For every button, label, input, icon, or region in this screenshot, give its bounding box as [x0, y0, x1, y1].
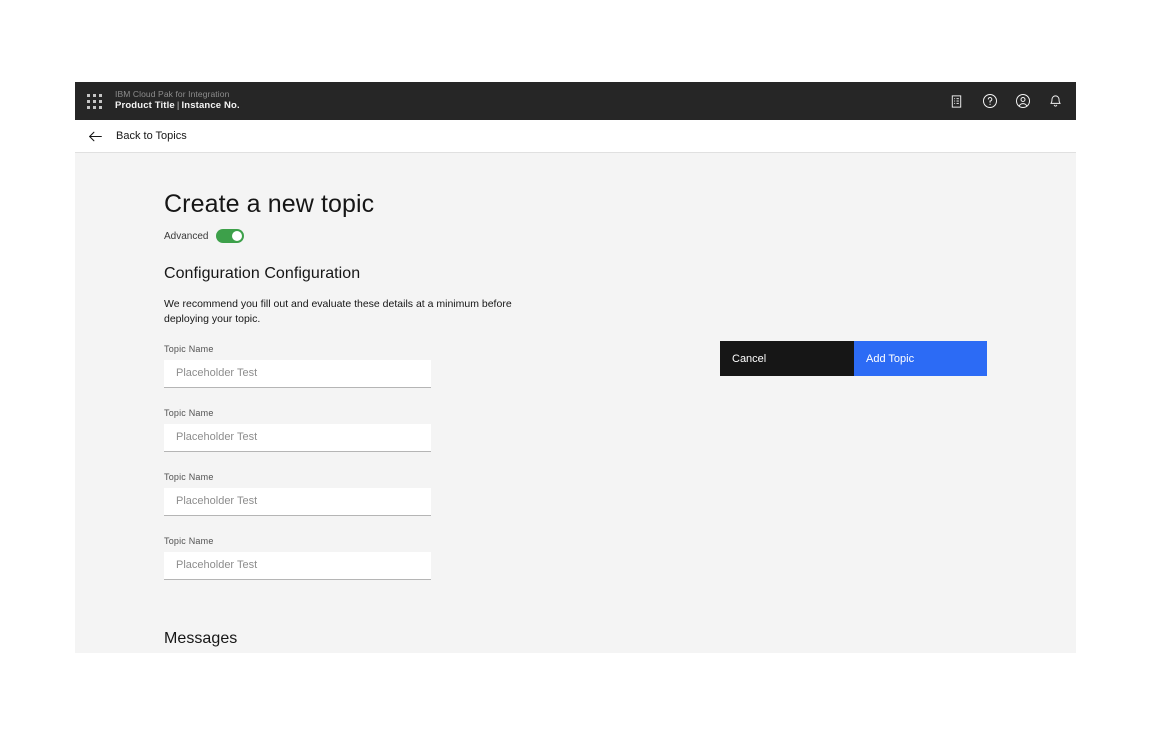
cancel-button[interactable]: Cancel: [720, 341, 854, 376]
advanced-label: Advanced: [164, 231, 208, 242]
back-to-topics-label: Back to Topics: [116, 130, 187, 142]
topic-name-input-3[interactable]: [164, 488, 431, 516]
page-title: Create a new topic: [164, 189, 1076, 220]
field-label: Topic Name: [164, 408, 431, 418]
brand-block: IBM Cloud Pak for Integration Product Ti…: [113, 90, 940, 113]
back-to-topics-link[interactable]: Back to Topics: [87, 128, 187, 145]
help-button[interactable]: [973, 82, 1006, 120]
page-content: Create a new topic Advanced Configuratio…: [75, 153, 1076, 653]
form-field: Topic Name: [164, 536, 431, 580]
advanced-toggle[interactable]: [216, 229, 244, 243]
global-header: IBM Cloud Pak for Integration Product Ti…: [75, 82, 1076, 120]
application-window: IBM Cloud Pak for Integration Product Ti…: [75, 82, 1076, 653]
field-label: Topic Name: [164, 536, 431, 546]
form-sections: Configuration Configuration We recommend…: [75, 243, 1076, 653]
field-label: Topic Name: [164, 472, 431, 482]
form-field: Topic Name: [164, 344, 431, 388]
section-title: Configuration Configuration: [164, 265, 1076, 283]
field-group: Topic Name Topic Name Topic Name Topic N…: [164, 344, 1076, 580]
section-description: We recommend you fill out and evaluate t…: [164, 297, 544, 327]
section-configuration: Configuration Configuration We recommend…: [164, 265, 1076, 579]
topic-name-input-1[interactable]: [164, 360, 431, 388]
form-field: Topic Name: [164, 472, 431, 516]
user-avatar-icon: [1015, 93, 1031, 109]
arrow-left-icon: [87, 128, 104, 145]
product-title-text: Product Title: [115, 100, 175, 111]
app-switcher-button[interactable]: [75, 82, 113, 120]
page-header: Create a new topic Advanced: [75, 153, 1076, 243]
help-icon: [982, 93, 998, 109]
instance-text: Instance No.: [181, 100, 239, 111]
section-spacer: [164, 600, 1076, 630]
form-field: Topic Name: [164, 408, 431, 452]
product-line-label: IBM Cloud Pak for Integration: [115, 90, 940, 100]
header-actions: [940, 82, 1076, 120]
account-button[interactable]: [1006, 82, 1039, 120]
section-messages: Messages We recommend you fill out and e…: [164, 630, 1076, 653]
notifications-button[interactable]: [1039, 82, 1072, 120]
form-actions: Cancel Add Topic: [720, 341, 987, 376]
docs-icon: [949, 94, 964, 109]
add-topic-button[interactable]: Add Topic: [854, 341, 987, 376]
field-label: Topic Name: [164, 344, 431, 354]
back-navigation-bar: Back to Topics: [75, 120, 1076, 153]
topic-name-input-4[interactable]: [164, 552, 431, 580]
advanced-toggle-row: Advanced: [164, 229, 1076, 243]
topic-name-input-2[interactable]: [164, 424, 431, 452]
toggle-knob: [232, 231, 242, 241]
grid-apps-icon: [87, 94, 102, 109]
section-title: Messages: [164, 630, 1076, 648]
notification-bell-icon: [1048, 94, 1063, 109]
product-title-label: Product Title|Instance No.: [115, 101, 940, 112]
docs-button[interactable]: [940, 82, 973, 120]
